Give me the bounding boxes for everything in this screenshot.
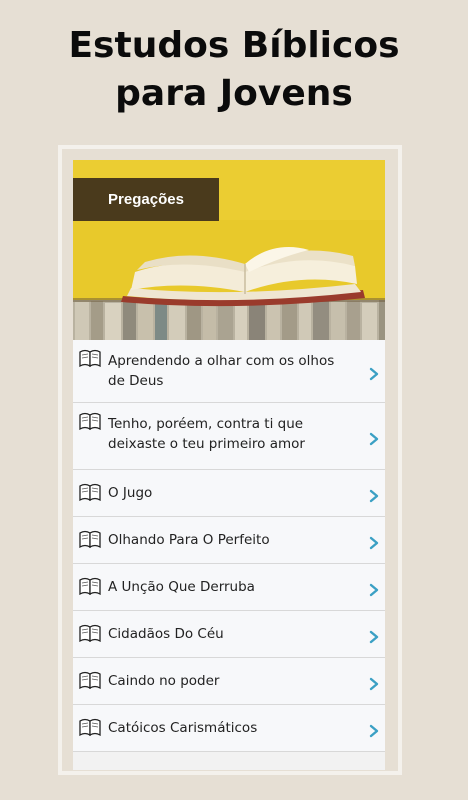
promo-headline: Estudos Bíblicos para Jovens <box>0 22 468 118</box>
open-book-icon <box>79 483 101 502</box>
list-item[interactable]: Olhando Para O Perfeito <box>73 517 385 564</box>
open-book-icon <box>79 530 101 549</box>
chevron-right-icon <box>369 723 379 738</box>
category-banner[interactable]: Pregações <box>73 160 385 340</box>
open-book-icon <box>79 349 101 368</box>
open-book-icon <box>79 577 101 596</box>
list-item-label: Caindo no poder <box>108 673 220 689</box>
open-book-icon <box>79 718 101 737</box>
list-item-label: Cidadãos Do Céu <box>108 626 224 642</box>
sermon-list: Aprendendo a olhar com os olhos de Deus T… <box>73 340 385 752</box>
open-book-icon <box>79 624 101 643</box>
app-screen: Pregações Aprendendo a olhar com os olho… <box>73 160 385 770</box>
headline-line-1: Estudos Bíblicos <box>68 25 400 66</box>
list-item[interactable]: Cidadãos Do Céu <box>73 611 385 658</box>
chevron-right-icon <box>369 582 379 597</box>
list-item[interactable]: Tenho, poréem, contra ti que deixaste o … <box>73 403 385 470</box>
chevron-right-icon <box>369 629 379 644</box>
list-item-label: A Unção Que Derruba <box>108 579 255 595</box>
list-item-label: Catóicos Carismáticos <box>108 720 258 736</box>
chevron-right-icon <box>369 676 379 691</box>
banner-title: Pregações <box>73 178 219 221</box>
open-book-icon <box>79 412 101 431</box>
chevron-right-icon <box>369 535 379 550</box>
chevron-right-icon <box>369 431 379 446</box>
list-item[interactable]: Aprendendo a olhar com os olhos de Deus <box>73 340 385 403</box>
list-item-label: Olhando Para O Perfeito <box>108 532 270 548</box>
list-item[interactable]: O Jugo <box>73 470 385 517</box>
list-item-label: Aprendendo a olhar com os olhos de Deus <box>108 353 335 389</box>
chevron-right-icon <box>369 488 379 503</box>
open-book-icon <box>79 671 101 690</box>
list-item-label: Tenho, poréem, contra ti que deixaste o … <box>108 416 305 452</box>
chevron-right-icon <box>369 366 379 381</box>
headline-line-2: para Jovens <box>115 73 353 114</box>
list-item[interactable]: Caindo no poder <box>73 658 385 705</box>
list-item[interactable]: A Unção Que Derruba <box>73 564 385 611</box>
list-item-label: O Jugo <box>108 485 153 501</box>
list-item[interactable]: Catóicos Carismáticos <box>73 705 385 752</box>
